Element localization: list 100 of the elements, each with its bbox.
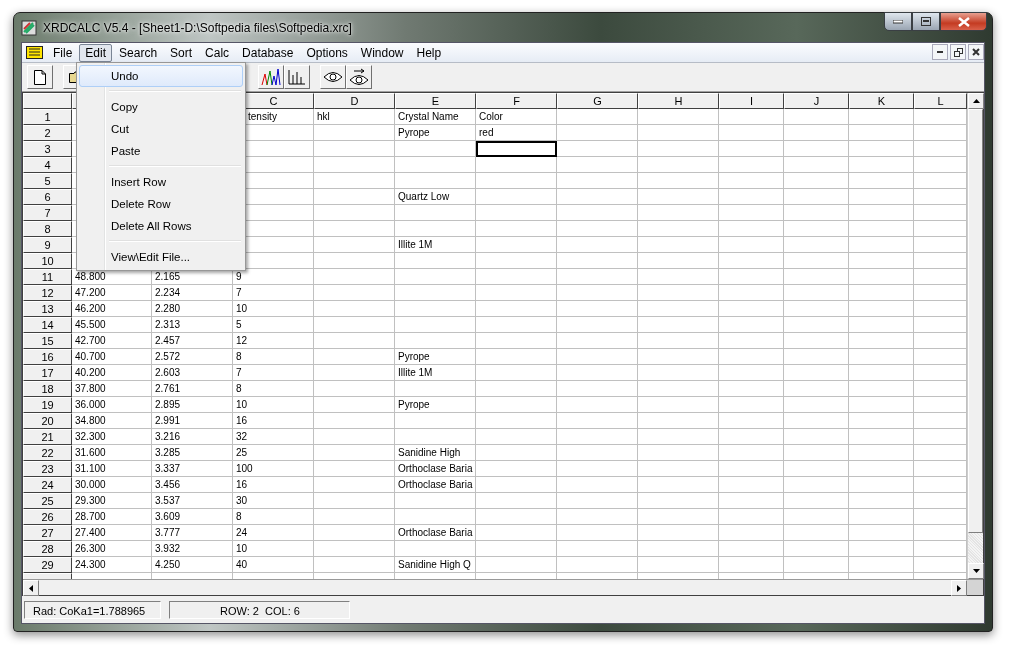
row-header[interactable]: 10 [23, 253, 72, 269]
table-cell[interactable]: hkl [314, 109, 395, 125]
table-cell[interactable] [849, 525, 914, 541]
table-cell[interactable] [395, 285, 476, 301]
table-cell[interactable] [638, 173, 719, 189]
table-cell[interactable] [395, 381, 476, 397]
table-cell[interactable] [314, 141, 395, 157]
table-cell[interactable] [784, 509, 849, 525]
table-cell[interactable]: 32.300 [72, 429, 152, 445]
table-cell[interactable]: Sanidine High [395, 445, 476, 461]
table-cell[interactable] [719, 413, 784, 429]
menu-item[interactable]: Sort [164, 43, 199, 62]
table-cell[interactable] [557, 429, 638, 445]
row-header[interactable]: 1 [23, 109, 72, 125]
table-cell[interactable] [557, 157, 638, 173]
table-cell[interactable] [638, 157, 719, 173]
table-cell[interactable] [719, 189, 784, 205]
table-cell[interactable] [476, 477, 557, 493]
table-cell[interactable] [476, 509, 557, 525]
table-cell[interactable] [784, 237, 849, 253]
table-cell[interactable] [849, 141, 914, 157]
table-cell[interactable] [784, 173, 849, 189]
table-cell[interactable] [557, 461, 638, 477]
table-cell[interactable] [719, 509, 784, 525]
table-cell[interactable]: Crystal Name [395, 109, 476, 125]
table-cell[interactable] [638, 205, 719, 221]
table-cell[interactable]: 46.200 [72, 301, 152, 317]
table-cell[interactable]: 34.800 [72, 413, 152, 429]
menu-item[interactable]: File [47, 43, 79, 62]
row-header[interactable]: 7 [23, 205, 72, 221]
table-cell[interactable] [314, 221, 395, 237]
table-cell[interactable] [476, 253, 557, 269]
table-cell[interactable] [849, 461, 914, 477]
row-header[interactable]: 18 [23, 381, 72, 397]
table-cell[interactable]: 4.250 [152, 557, 233, 573]
table-cell[interactable]: 47.200 [72, 285, 152, 301]
table-cell[interactable]: 8 [233, 349, 314, 365]
close-button[interactable] [968, 44, 984, 60]
menu-item[interactable]: Delete All Rows [79, 215, 243, 237]
table-cell[interactable]: Pyrope [395, 349, 476, 365]
table-cell[interactable] [914, 141, 967, 157]
table-cell[interactable]: 30.000 [72, 477, 152, 493]
table-cell[interactable] [914, 477, 967, 493]
table-cell[interactable] [914, 509, 967, 525]
table-cell[interactable] [784, 365, 849, 381]
menu-item[interactable]: Window [354, 43, 410, 62]
table-cell[interactable] [914, 461, 967, 477]
row-header[interactable]: 21 [23, 429, 72, 445]
table-cell[interactable] [476, 397, 557, 413]
menu-item[interactable]: Insert Row [79, 171, 243, 193]
row-header[interactable]: 9 [23, 237, 72, 253]
table-cell[interactable] [784, 429, 849, 445]
table-cell[interactable]: 8 [233, 381, 314, 397]
table-cell[interactable] [849, 445, 914, 461]
table-cell[interactable] [719, 221, 784, 237]
row-header[interactable]: 12 [23, 285, 72, 301]
table-cell[interactable]: 3.777 [152, 525, 233, 541]
table-cell[interactable] [719, 349, 784, 365]
table-cell[interactable] [314, 269, 395, 285]
table-cell[interactable] [849, 189, 914, 205]
row-header[interactable]: 29 [23, 557, 72, 573]
table-cell[interactable] [719, 541, 784, 557]
table-cell[interactable] [914, 493, 967, 509]
table-cell[interactable] [638, 381, 719, 397]
table-cell[interactable] [849, 173, 914, 189]
row-header[interactable]: 2 [23, 125, 72, 141]
table-cell[interactable] [314, 413, 395, 429]
table-cell[interactable] [719, 333, 784, 349]
table-cell[interactable] [476, 413, 557, 429]
column-header[interactable]: D [314, 93, 395, 109]
column-header[interactable]: L [914, 93, 967, 109]
restore-button[interactable] [950, 44, 966, 60]
table-cell[interactable] [557, 493, 638, 509]
table-cell[interactable]: 24.300 [72, 557, 152, 573]
table-cell[interactable]: Color [476, 109, 557, 125]
table-cell[interactable] [314, 477, 395, 493]
table-cell[interactable] [557, 365, 638, 381]
table-cell[interactable] [476, 205, 557, 221]
table-cell[interactable] [849, 109, 914, 125]
row-header[interactable]: 24 [23, 477, 72, 493]
table-cell[interactable] [784, 141, 849, 157]
table-cell[interactable]: 42.700 [72, 333, 152, 349]
table-cell[interactable]: 10 [233, 397, 314, 413]
table-cell[interactable] [557, 125, 638, 141]
maximize-button[interactable] [912, 12, 940, 31]
table-cell[interactable] [784, 221, 849, 237]
table-cell[interactable]: 27.400 [72, 525, 152, 541]
table-cell[interactable] [719, 237, 784, 253]
menu-item[interactable]: Delete Row [79, 193, 243, 215]
table-cell[interactable] [914, 301, 967, 317]
table-cell[interactable] [314, 365, 395, 381]
table-cell[interactable] [914, 317, 967, 333]
table-cell[interactable]: Sanidine High Q [395, 557, 476, 573]
table-cell[interactable]: 25 [233, 445, 314, 461]
table-cell[interactable] [784, 205, 849, 221]
table-cell[interactable] [784, 253, 849, 269]
table-cell[interactable]: 100 [233, 461, 314, 477]
table-cell[interactable]: 36.000 [72, 397, 152, 413]
table-cell[interactable] [849, 253, 914, 269]
scroll-right-button[interactable] [951, 580, 967, 596]
